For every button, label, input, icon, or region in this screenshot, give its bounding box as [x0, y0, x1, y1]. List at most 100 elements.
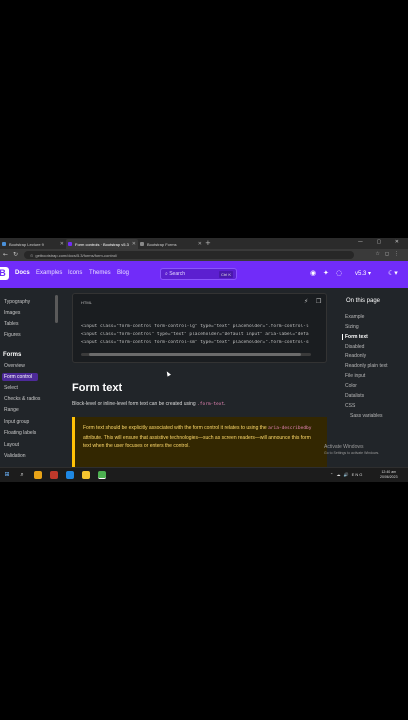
- system-tray[interactable]: ⌃ ☁ 🔊 ENG: [330, 472, 363, 477]
- nav-link-themes[interactable]: Themes: [89, 270, 111, 276]
- inline-code: .form-text: [197, 402, 225, 407]
- address-bar: ← ↻ ⊙ getbootstrap.com/docs/5.3/forms/for…: [0, 249, 408, 261]
- sidebar-item[interactable]: Images: [4, 310, 20, 316]
- nav-link-icons[interactable]: Icons: [68, 270, 82, 276]
- toc-title: On this page: [346, 298, 381, 304]
- theme-toggle-icon[interactable]: ☾▾: [388, 269, 398, 277]
- tab-favicon-icon: [2, 242, 6, 246]
- toc-item-active[interactable]: Form text: [342, 334, 368, 340]
- toc-item[interactable]: File input: [345, 373, 365, 379]
- clock[interactable]: 12:40 am 20/06/2023: [380, 470, 398, 480]
- extension-icons[interactable]: ☆◻⋮: [375, 251, 404, 257]
- nav-link-docs[interactable]: Docs: [15, 270, 30, 276]
- search-shortcut: Ctrl K: [219, 271, 233, 278]
- vscode-icon[interactable]: [66, 471, 74, 479]
- toc-item[interactable]: Readonly plain text: [345, 363, 388, 369]
- nav-link-examples[interactable]: Examples: [36, 270, 62, 276]
- lock-icon: ⊙: [30, 253, 34, 258]
- toc-item[interactable]: Color: [345, 383, 357, 389]
- code-line: <input class="form-control" type="text" …: [81, 332, 309, 337]
- code-scrollbar[interactable]: [81, 353, 311, 356]
- code-line: <input class="form-control form-control-…: [81, 324, 309, 329]
- toc-item[interactable]: CSS: [345, 403, 355, 409]
- search-icon: ⌕: [165, 271, 168, 277]
- activate-windows-watermark: Activate Windows Go to Settings to activ…: [324, 444, 379, 455]
- browser-tab-active[interactable]: Form controls · Bootstrap v5.3 ✕: [66, 239, 138, 249]
- clock-date: 20/06/2023: [380, 475, 398, 479]
- reload-icon[interactable]: ↻: [13, 251, 18, 258]
- file-explorer-icon[interactable]: [82, 471, 90, 479]
- para-text: .: [224, 401, 226, 407]
- windows-taskbar: ⊞ ⌕ ⌃ ☁ 🔊 ENG 12:40 am 20/06/2023: [0, 467, 408, 482]
- section-heading: Form text: [72, 382, 123, 394]
- inline-code: aria-describedby: [268, 426, 312, 431]
- github-icon[interactable]: ◉: [310, 269, 316, 277]
- close-icon[interactable]: ✕: [132, 241, 136, 247]
- version-dropdown[interactable]: v5.3 ▾: [355, 270, 371, 277]
- window-controls[interactable]: — ▢ ✕: [358, 239, 405, 245]
- chrome-icon[interactable]: [34, 471, 42, 479]
- copy-icon[interactable]: ❐: [316, 298, 321, 305]
- sidebar-item[interactable]: Range: [4, 407, 19, 413]
- bootstrap-navbar: B Docs Examples Icons Themes Blog ⌕ Sear…: [0, 261, 408, 288]
- code-language-label: HTML: [81, 300, 92, 305]
- para-text: Block-level or inline-level form text ca…: [72, 401, 196, 407]
- watermark-title: Activate Windows: [324, 444, 364, 450]
- browser-tab[interactable]: Bootstrap Forms ✕: [138, 239, 204, 249]
- toc-item[interactable]: Datalists: [345, 393, 364, 399]
- sidebar-item[interactable]: Figures: [4, 332, 21, 338]
- sidebar-section-forms[interactable]: Forms: [3, 352, 21, 358]
- toc-item[interactable]: Sizing: [345, 324, 359, 330]
- opencollective-icon[interactable]: ◌: [336, 269, 342, 277]
- close-icon[interactable]: ✕: [198, 241, 202, 247]
- code-example: HTML ⚡ ❐ <input class="form-control form…: [72, 293, 327, 363]
- url-text: getbootstrap.com/docs/5.3/forms/form-con…: [35, 253, 118, 258]
- toc-item[interactable]: Disabled: [345, 344, 364, 350]
- screen: Bootstrap Lecture 9 ✕ Form controls · Bo…: [0, 238, 408, 482]
- browser-app-icon[interactable]: [98, 471, 106, 479]
- browser-tab[interactable]: Bootstrap Lecture 9 ✕: [0, 239, 66, 249]
- docs-sidebar: Typography Images Tables Figures Forms O…: [0, 293, 58, 463]
- section-paragraph: Block-level or inline-level form text ca…: [72, 401, 226, 407]
- sidebar-item[interactable]: Typography: [4, 299, 30, 305]
- code-line: <input class="form-control form-control-…: [81, 340, 309, 345]
- sidebar-item[interactable]: Layout: [4, 442, 19, 448]
- mouse-cursor-icon: [165, 370, 171, 377]
- twitter-icon[interactable]: ✦: [323, 269, 329, 277]
- sidebar-item[interactable]: Checks & radios: [4, 396, 40, 402]
- search-icon[interactable]: ⌕: [18, 471, 26, 479]
- bootstrap-logo-icon[interactable]: B: [0, 267, 9, 280]
- sidebar-scrollbar[interactable]: [55, 295, 58, 323]
- toc-subitem[interactable]: Sass variables: [350, 413, 383, 419]
- warning-callout: Form text should be explicitly associate…: [72, 417, 327, 467]
- sidebar-item[interactable]: Tables: [4, 321, 18, 327]
- new-tab-button[interactable]: +: [205, 239, 211, 247]
- toc-item[interactable]: Example: [345, 314, 364, 320]
- sidebar-item[interactable]: Floating labels: [4, 430, 36, 436]
- clock-time: 12:40 am: [381, 470, 397, 474]
- url-input[interactable]: ⊙ getbootstrap.com/docs/5.3/forms/form-co…: [24, 251, 354, 259]
- sidebar-item-active[interactable]: Form control: [2, 373, 39, 381]
- tab-label: Bootstrap Forms: [147, 242, 177, 247]
- browser-tab-strip: Bootstrap Lecture 9 ✕ Form controls · Bo…: [0, 238, 408, 249]
- sidebar-item[interactable]: Input group: [4, 419, 29, 425]
- tab-label: Bootstrap Lecture 9: [9, 242, 44, 247]
- scrollbar-thumb[interactable]: [89, 353, 301, 356]
- back-arrow-icon[interactable]: ←: [3, 251, 8, 258]
- sidebar-item[interactable]: Select: [4, 385, 18, 391]
- tab-favicon-icon: [140, 242, 144, 246]
- tab-label: Form controls · Bootstrap v5.3: [75, 242, 129, 247]
- toc-item[interactable]: Readonly: [345, 353, 366, 359]
- app-icon[interactable]: [50, 471, 58, 479]
- windows-start-icon[interactable]: ⊞: [3, 471, 11, 479]
- stackblitz-icon[interactable]: ⚡: [304, 298, 308, 305]
- search-input[interactable]: ⌕ Search Ctrl K: [160, 268, 237, 280]
- callout-text: attribute. This will ensure that assisti…: [83, 434, 311, 450]
- callout-text: Form text should be explicitly associate…: [83, 425, 267, 431]
- search-placeholder: Search: [169, 271, 186, 277]
- nav-link-blog[interactable]: Blog: [117, 270, 129, 276]
- sidebar-item[interactable]: Overview: [4, 363, 25, 369]
- sidebar-item[interactable]: Validation: [4, 453, 26, 459]
- close-icon[interactable]: ✕: [60, 241, 64, 247]
- version-label: v5.3: [355, 271, 367, 277]
